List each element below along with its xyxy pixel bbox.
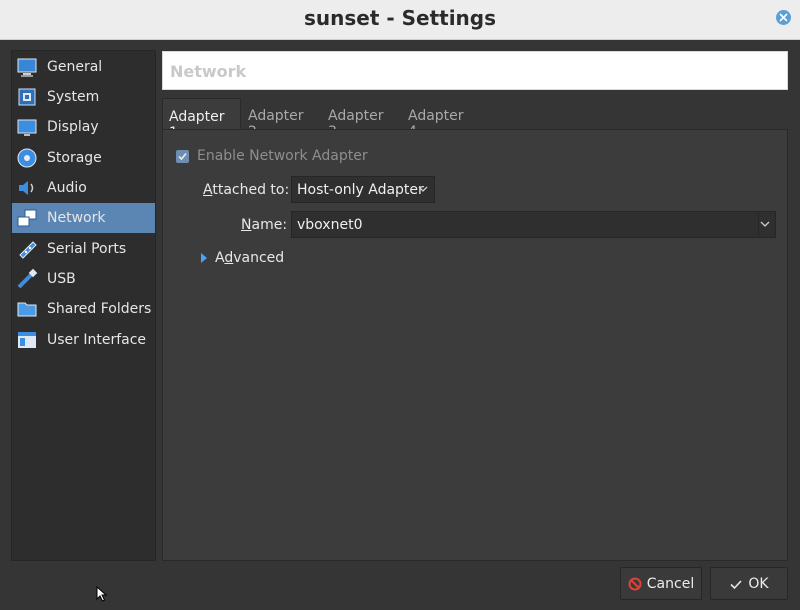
name-select[interactable]: vboxnet0 xyxy=(291,211,776,238)
sidebar-item-label: Display xyxy=(47,119,99,135)
usb-icon xyxy=(16,268,38,290)
network-icon xyxy=(16,207,38,229)
name-label: Name: xyxy=(241,217,287,233)
label-text: ame: xyxy=(251,217,288,233)
system-icon xyxy=(16,86,38,108)
tab-label: Adapter xyxy=(408,108,464,124)
mouse-cursor-icon xyxy=(96,585,108,606)
sidebar-item-display[interactable]: Display xyxy=(12,112,155,142)
user-interface-icon xyxy=(16,329,38,351)
enable-adapter-label: Enable Network Adapter xyxy=(197,148,368,164)
window-title: sunset - Settings xyxy=(303,6,497,30)
name-value: vboxnet0 xyxy=(297,217,363,233)
enable-adapter-checkbox[interactable] xyxy=(176,150,189,163)
cancel-label: Cancel xyxy=(646,575,695,592)
shared-folders-icon xyxy=(16,298,38,320)
combo-separator xyxy=(758,212,759,237)
settings-window: sunset - Settings General System Display xyxy=(0,0,800,610)
cancel-icon xyxy=(628,577,642,591)
sidebar-item-usb[interactable]: USB xyxy=(12,264,155,294)
sidebar-item-serial-ports[interactable]: Serial Ports xyxy=(12,234,155,264)
section-header: Network xyxy=(162,51,788,90)
sidebar-item-label: Storage xyxy=(47,150,102,166)
serial-ports-icon xyxy=(16,238,38,260)
tab-adapter-3[interactable]: Adapter 3 xyxy=(322,98,400,140)
label-text: A xyxy=(215,250,225,266)
section-title: Network xyxy=(170,62,247,81)
sidebar-item-label: Network xyxy=(47,210,106,226)
title-bar: sunset - Settings xyxy=(0,0,800,40)
sidebar-item-label: Audio xyxy=(47,180,87,196)
sidebar-item-label: General xyxy=(47,59,103,75)
mnemonic: A xyxy=(203,182,213,198)
ok-label: OK xyxy=(748,575,769,592)
attached-to-select[interactable]: Host-only Adapter xyxy=(291,176,435,203)
cancel-button[interactable]: Cancel xyxy=(620,567,702,600)
label-text: vanced xyxy=(233,250,285,266)
ok-button[interactable]: OK xyxy=(710,567,788,600)
advanced-toggle[interactable]: Advanced xyxy=(215,250,284,266)
sidebar-item-network[interactable]: Network xyxy=(12,203,155,233)
sidebar-item-user-interface[interactable]: User Interface xyxy=(12,325,155,355)
sidebar-item-label: User Interface xyxy=(47,332,147,348)
sidebar-item-storage[interactable]: Storage xyxy=(12,143,155,173)
sidebar-item-label: System xyxy=(47,89,100,105)
chevron-down-icon xyxy=(418,182,428,200)
label-text: ttached to: xyxy=(212,182,290,198)
settings-sidebar: General System Display Storage Audio Net… xyxy=(11,50,156,561)
tab-label: Adapter xyxy=(248,108,304,124)
sidebar-item-system[interactable]: System xyxy=(12,82,155,112)
audio-icon xyxy=(16,177,38,199)
sidebar-item-label: Serial Ports xyxy=(47,241,127,257)
checkmark-icon xyxy=(178,152,187,161)
checkmark-icon xyxy=(729,577,743,591)
display-icon xyxy=(16,116,38,138)
attached-to-label: Attached to: xyxy=(203,182,289,198)
attached-to-value: Host-only Adapter xyxy=(297,182,424,198)
general-icon xyxy=(16,56,38,78)
sidebar-item-label: USB xyxy=(47,271,76,287)
sidebar-item-shared-folders[interactable]: Shared Folders xyxy=(12,294,155,324)
sidebar-item-general[interactable]: General xyxy=(12,52,155,82)
chevron-down-icon[interactable] xyxy=(760,217,770,235)
tab-adapter-4[interactable]: Adapter 4 xyxy=(402,98,480,140)
sidebar-item-audio[interactable]: Audio xyxy=(12,173,155,203)
sidebar-item-label: Shared Folders xyxy=(47,301,152,317)
mnemonic: N xyxy=(241,217,252,233)
mnemonic: d xyxy=(224,250,234,266)
close-icon[interactable] xyxy=(776,10,791,25)
tab-label: Adapter xyxy=(169,109,225,125)
storage-icon xyxy=(16,147,38,169)
expand-arrow-icon[interactable] xyxy=(201,253,207,263)
tab-adapter-2[interactable]: Adapter 2 xyxy=(242,98,320,140)
tab-label: Adapter xyxy=(328,108,384,124)
tab-adapter-1[interactable]: Adapter 1 xyxy=(162,98,241,141)
